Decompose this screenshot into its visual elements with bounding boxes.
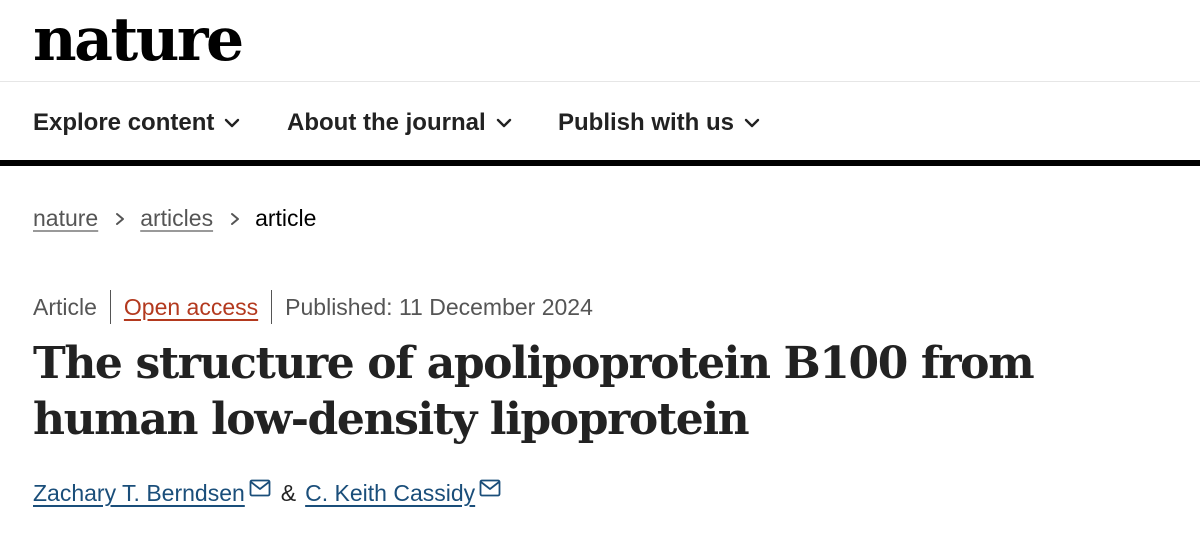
main-nav: Explore content About the journal Publis… [0, 83, 1200, 166]
breadcrumb-current: article [255, 205, 317, 231]
article-meta: Article Open access Published: 11 Decemb… [33, 290, 593, 324]
breadcrumb-link-nature[interactable]: nature [33, 205, 98, 232]
nav-explore-content[interactable]: Explore content [33, 109, 240, 137]
nav-about-the-journal-label: About the journal [287, 109, 486, 136]
author-link-berndsen[interactable]: Zachary T. Berndsen [33, 480, 245, 507]
nav-publish-with-us-label: Publish with us [558, 109, 735, 136]
chevron-down-icon [225, 118, 240, 128]
nav-explore-content-label: Explore content [33, 109, 215, 136]
nav-publish-with-us[interactable]: Publish with us [558, 109, 760, 137]
chevron-down-icon [744, 118, 760, 128]
open-access-link[interactable]: Open access [124, 294, 258, 321]
author-list: Zachary T. Berndsen & C. Keith Cassidy [33, 479, 501, 507]
breadcrumb-link-articles[interactable]: articles [140, 205, 213, 232]
author-link-cassidy[interactable]: C. Keith Cassidy [305, 480, 475, 507]
email-icon[interactable] [249, 479, 271, 497]
meta-divider [109, 290, 111, 324]
meta-divider [271, 290, 273, 324]
author-joiner: & [280, 480, 297, 506]
article-title: The structure of apolipoprotein B100 fro… [33, 338, 1035, 445]
nav-about-the-journal[interactable]: About the journal [287, 109, 512, 137]
chevron-right-icon [231, 212, 240, 225]
breadcrumb: nature articles article [33, 205, 316, 232]
email-icon[interactable] [479, 479, 501, 497]
nature-logo[interactable]: nature [33, 4, 244, 76]
site-header: nature [0, 0, 1200, 82]
chevron-down-icon [496, 118, 511, 128]
published-date: Published: 11 December 2024 [285, 293, 593, 320]
article-type: Article [33, 293, 97, 320]
chevron-right-icon [116, 212, 125, 225]
